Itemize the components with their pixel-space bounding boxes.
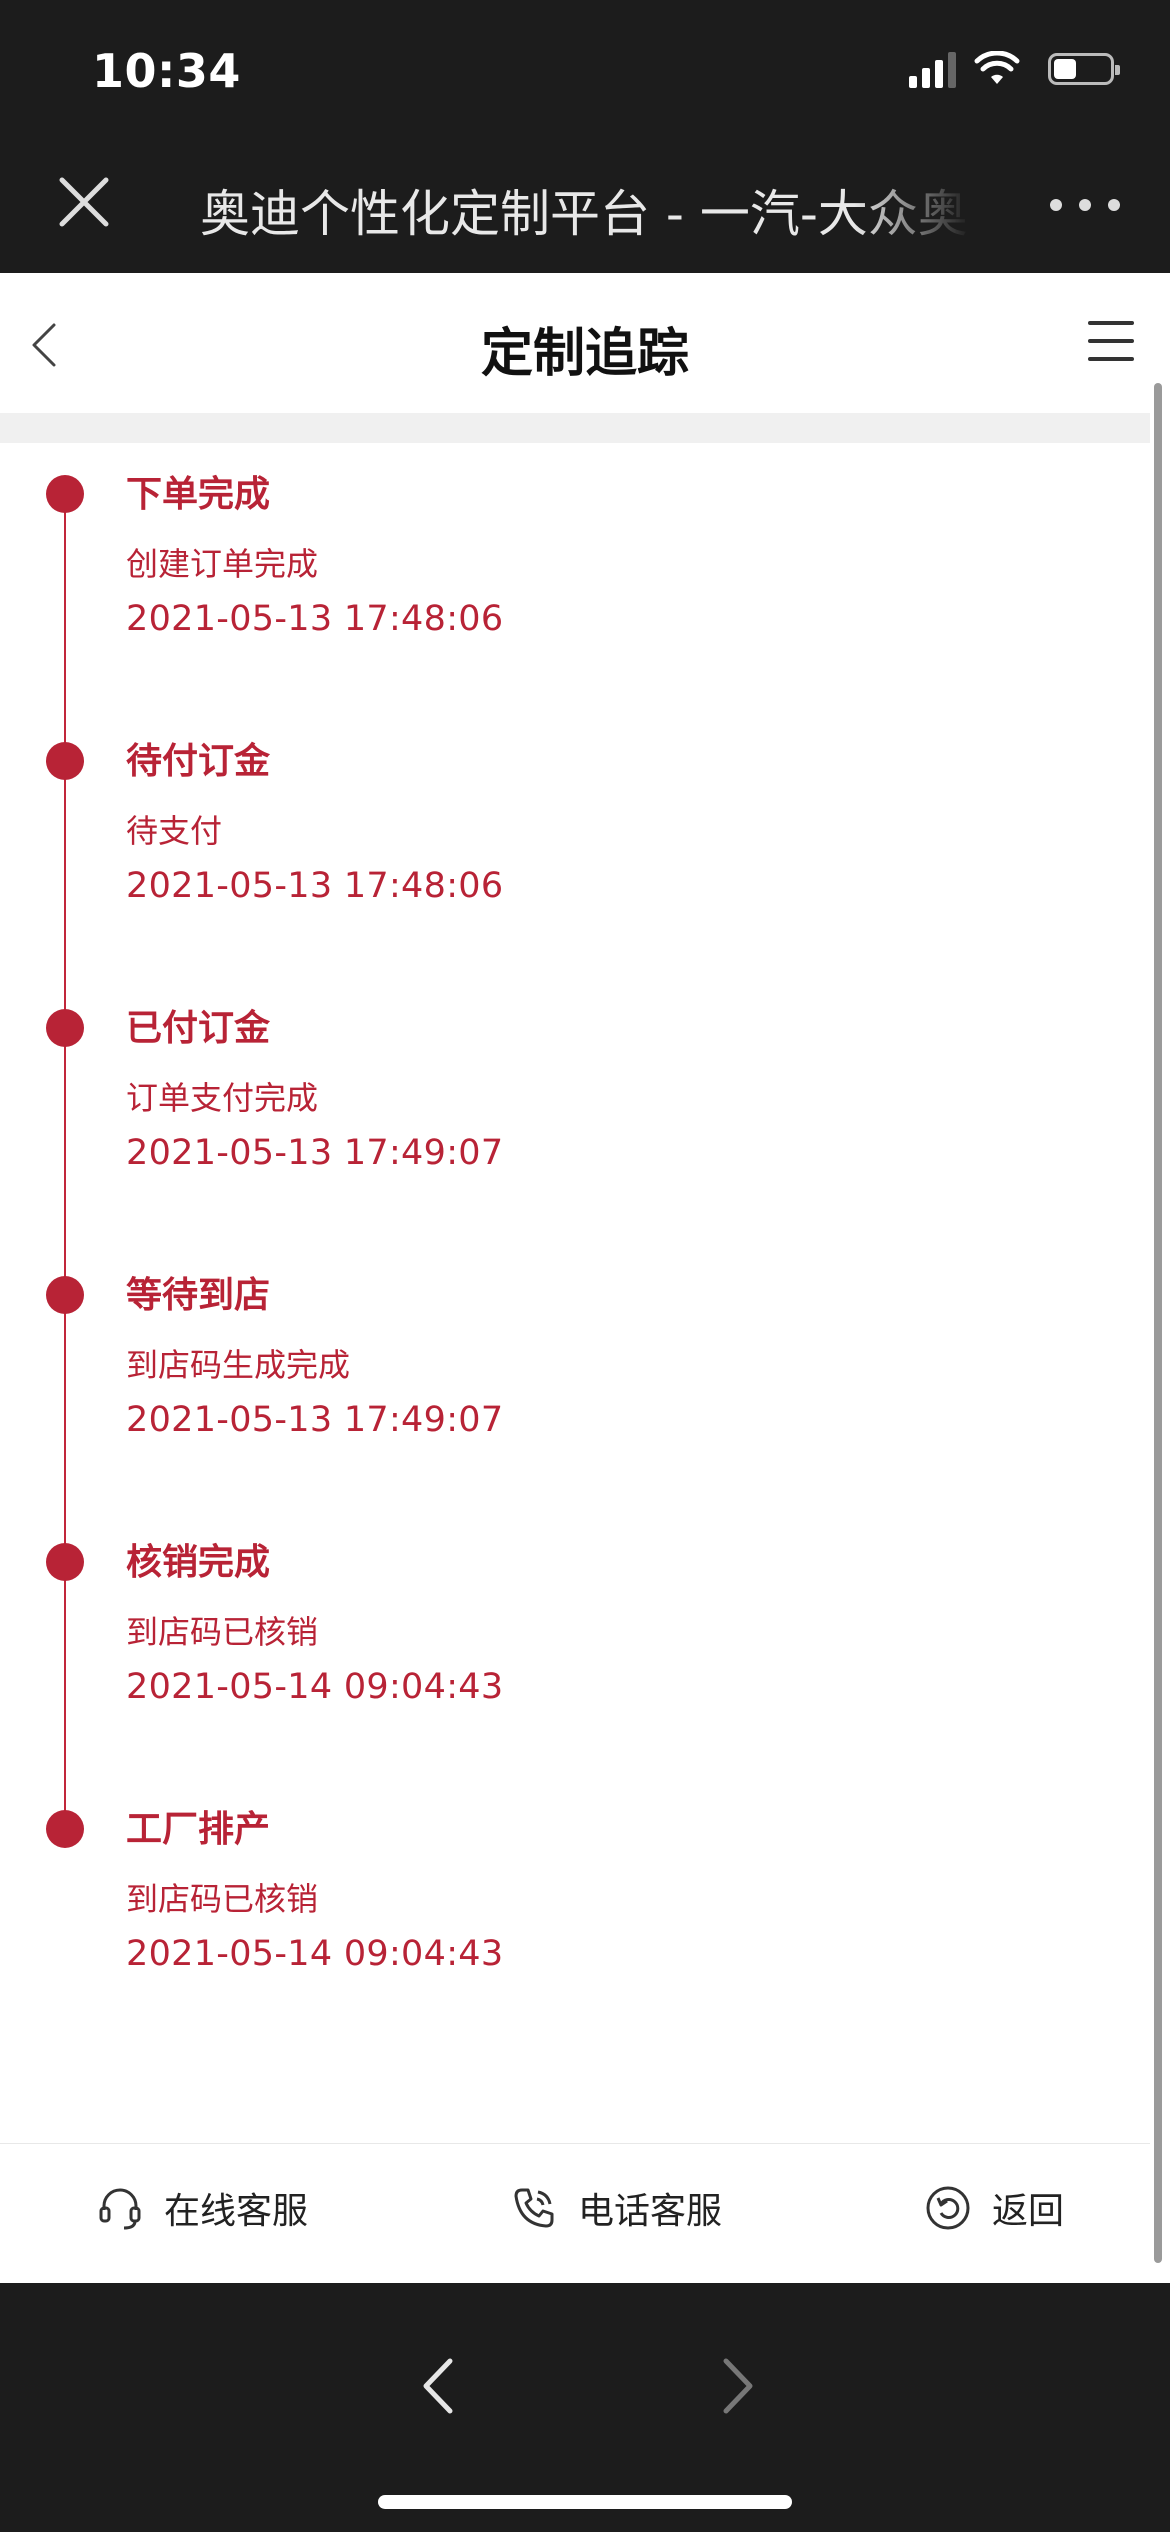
timeline-title: 下单完成: [126, 474, 271, 515]
timeline-title: 已付订金: [126, 1008, 271, 1049]
browser-bar: 奥迪个性化定制平台 - 一汽-大众奥迪: [0, 140, 1170, 273]
timeline-time: 2021-05-13 17:48:06: [126, 866, 504, 906]
timeline-desc: 待支付: [126, 812, 223, 850]
timeline-item: 下单完成 创建订单完成 2021-05-13 17:48:06: [0, 443, 1100, 713]
timeline-desc: 订单支付完成: [126, 1079, 319, 1117]
timeline-title: 工厂排产: [126, 1809, 271, 1850]
online-service-label: 在线客服: [164, 2191, 309, 2232]
timeline-dot: [46, 1810, 84, 1848]
page-header: 定制追踪: [0, 273, 1170, 413]
phone-service-label: 电话客服: [578, 2191, 723, 2232]
timeline-title: 待付订金: [126, 741, 271, 782]
timeline-title: 核销完成: [126, 1542, 271, 1583]
close-icon[interactable]: [52, 170, 116, 234]
timeline-time: 2021-05-13 17:49:07: [126, 1133, 504, 1173]
more-dots-icon[interactable]: [1050, 180, 1120, 230]
battery-icon: [1048, 53, 1120, 85]
timeline-desc: 到店码已核销: [126, 1613, 319, 1651]
page-title: 定制追踪: [480, 324, 689, 384]
hamburger-menu-icon[interactable]: [1088, 319, 1138, 365]
headset-icon: [99, 2188, 141, 2230]
footer-actions: 在线客服 电话客服 返回: [0, 2143, 1150, 2284]
browser-back-icon[interactable]: [410, 2351, 466, 2421]
home-indicator[interactable]: [378, 2495, 792, 2509]
scrollbar[interactable]: [1154, 383, 1162, 2263]
timeline-desc: 到店码生成完成: [126, 1346, 351, 1384]
status-bar: 10:34: [0, 0, 1170, 140]
cellular-signal-icon: [909, 50, 956, 88]
timeline-item: 已付订金 订单支付完成 2021-05-13 17:49:07: [0, 977, 1100, 1247]
phone-icon: [514, 2188, 554, 2228]
timeline-dot: [46, 1543, 84, 1581]
wifi-icon: [974, 51, 1020, 84]
browser-forward-icon[interactable]: [710, 2351, 766, 2421]
timeline-title: 等待到店: [126, 1275, 271, 1316]
browser-title: 奥迪个性化定制平台 - 一汽-大众奥迪: [200, 185, 970, 243]
return-icon: [926, 2186, 970, 2230]
online-service-button[interactable]: 在线客服: [96, 2182, 308, 2234]
battery-level: [1054, 59, 1076, 79]
status-time: 10:34: [92, 44, 241, 98]
timeline-item: 核销完成 到店码已核销 2021-05-14 09:04:43: [0, 1511, 1100, 1781]
return-label: 返回: [992, 2191, 1065, 2232]
browser-bottom-bar: [0, 2283, 1170, 2532]
timeline-time: 2021-05-13 17:49:07: [126, 1400, 504, 1440]
timeline-dot: [46, 475, 84, 513]
status-icons: [909, 50, 1120, 88]
timeline-dot: [46, 1009, 84, 1047]
page-content: 定制追踪 下单完成 创建订单完成 2021-05-13 17:48:06 待付订…: [0, 273, 1170, 2284]
timeline-time: 2021-05-14 09:04:43: [126, 1934, 504, 1974]
timeline-time: 2021-05-14 09:04:43: [126, 1667, 504, 1707]
timeline-dot: [46, 742, 84, 780]
timeline-time: 2021-05-13 17:48:06: [126, 599, 504, 639]
phone-service-button[interactable]: 电话客服: [510, 2182, 722, 2234]
divider-strip: [0, 413, 1150, 443]
timeline-item: 等待到店 到店码生成完成 2021-05-13 17:49:07: [0, 1244, 1100, 1514]
timeline-item: 工厂排产 到店码已核销 2021-05-14 09:04:43: [0, 1778, 1100, 2048]
timeline-dot: [46, 1276, 84, 1314]
timeline-item: 待付订金 待支付 2021-05-13 17:48:06: [0, 710, 1100, 980]
return-button[interactable]: 返回: [924, 2182, 1064, 2234]
timeline-desc: 到店码已核销: [126, 1880, 319, 1918]
timeline-desc: 创建订单完成: [126, 545, 319, 583]
